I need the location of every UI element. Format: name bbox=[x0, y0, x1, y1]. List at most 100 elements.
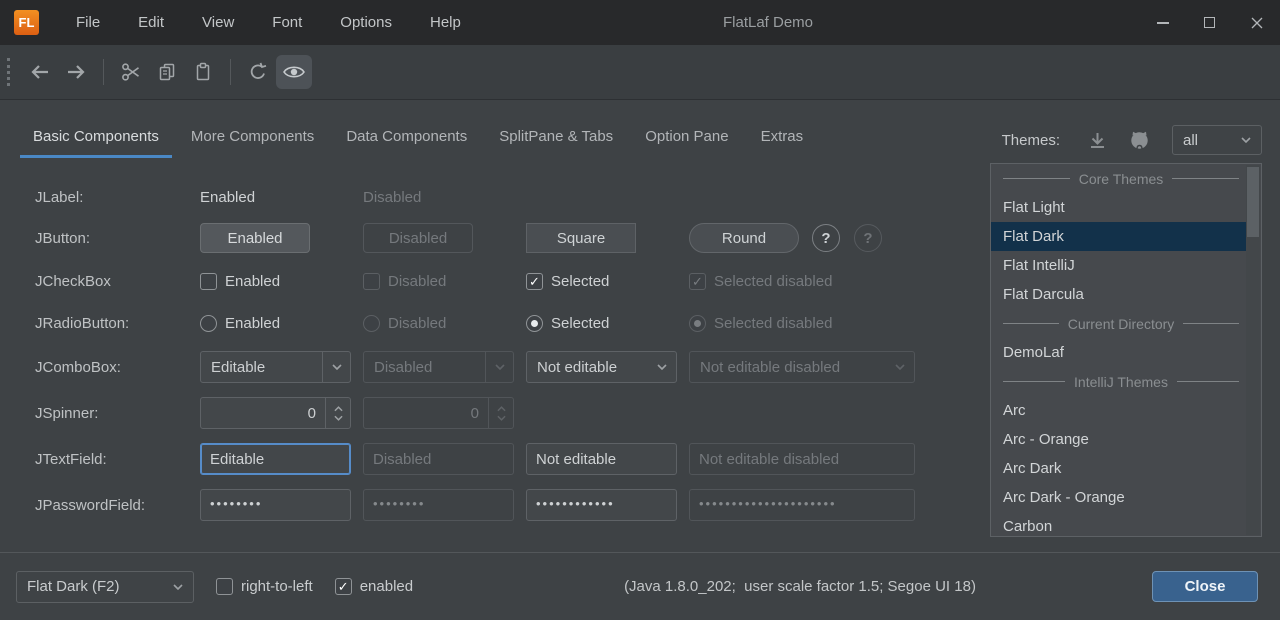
back-arrow-icon bbox=[29, 63, 51, 81]
label-enabled: Enabled bbox=[200, 189, 255, 206]
enabled-button[interactable]: Enabled bbox=[200, 223, 310, 253]
forward-button[interactable] bbox=[58, 55, 94, 89]
themes-filter-combobox[interactable]: all bbox=[1172, 125, 1262, 155]
tab-basic-components[interactable]: Basic Components bbox=[20, 120, 172, 158]
menu-options[interactable]: Options bbox=[321, 0, 411, 45]
row-label: JComboBox: bbox=[0, 359, 200, 376]
textfield-not-editable-disabled bbox=[689, 443, 915, 475]
status-info-text: (Java 1.8.0_202; user scale factor 1.5; … bbox=[624, 578, 976, 595]
checkbox-selected[interactable]: ✓ Selected bbox=[526, 273, 677, 290]
menu-file[interactable]: File bbox=[57, 0, 119, 45]
cut-button[interactable] bbox=[113, 55, 149, 89]
passwordfield-editable[interactable]: •••••••• bbox=[200, 489, 351, 521]
checkbox-icon bbox=[363, 273, 380, 290]
textfield-not-editable[interactable] bbox=[526, 443, 677, 475]
themes-scrollbar[interactable] bbox=[1246, 165, 1260, 535]
theme-list-item[interactable]: DemoLaf bbox=[991, 338, 1261, 367]
toolbar-grip[interactable] bbox=[7, 58, 10, 86]
show-hover-toggle-button[interactable] bbox=[276, 55, 312, 89]
row-label: JRadioButton: bbox=[0, 315, 200, 332]
spinner-up-icon[interactable] bbox=[334, 406, 343, 412]
combobox-not-editable[interactable]: Not editable bbox=[526, 351, 677, 383]
maximize-button[interactable] bbox=[1186, 0, 1233, 45]
tab-data-components[interactable]: Data Components bbox=[333, 120, 480, 158]
main-panel: Basic Components More Components Data Co… bbox=[0, 101, 1280, 552]
radio-label: Enabled bbox=[225, 315, 280, 332]
spinner-enabled[interactable]: 0 bbox=[200, 397, 351, 429]
themes-filter-value: all bbox=[1183, 132, 1241, 149]
checkbox-checked-icon: ✓ bbox=[335, 578, 352, 595]
close-icon bbox=[1251, 17, 1263, 29]
theme-list-item[interactable]: Arc bbox=[991, 396, 1261, 425]
right-to-left-checkbox[interactable]: right-to-left bbox=[216, 578, 313, 595]
spinner-down-icon bbox=[497, 415, 506, 421]
menu-font[interactable]: Font bbox=[253, 0, 321, 45]
refresh-button[interactable] bbox=[240, 55, 276, 89]
enabled-checkbox[interactable]: ✓ enabled bbox=[335, 578, 413, 595]
theme-list-item-selected[interactable]: Flat Dark bbox=[991, 222, 1246, 251]
copy-icon bbox=[157, 62, 177, 82]
copy-button[interactable] bbox=[149, 55, 185, 89]
radio-icon bbox=[200, 315, 217, 332]
spinner-value[interactable]: 0 bbox=[201, 405, 325, 422]
tab-extras[interactable]: Extras bbox=[748, 120, 817, 158]
github-link-button[interactable] bbox=[1129, 130, 1150, 151]
theme-list-item[interactable]: Arc Dark bbox=[991, 454, 1261, 483]
radio-label: Disabled bbox=[388, 315, 446, 332]
combobox-value: Not editable bbox=[527, 359, 648, 376]
tab-splitpane-tabs[interactable]: SplitPane & Tabs bbox=[486, 120, 626, 158]
theme-list-item[interactable]: Flat Light bbox=[991, 193, 1261, 222]
theme-list-item[interactable]: Arc - Orange bbox=[991, 425, 1261, 454]
checkbox-checked-icon: ✓ bbox=[526, 273, 543, 290]
close-window-button[interactable] bbox=[1233, 0, 1280, 45]
eye-icon bbox=[283, 64, 305, 80]
square-button[interactable]: Square bbox=[526, 223, 636, 253]
textfield-editable[interactable] bbox=[200, 443, 351, 475]
paste-clipboard-icon bbox=[193, 62, 213, 82]
tab-option-pane[interactable]: Option Pane bbox=[632, 120, 741, 158]
theme-list-item[interactable]: Carbon bbox=[991, 512, 1261, 537]
radio-icon bbox=[363, 315, 380, 332]
passwordfield-not-editable-disabled: ••••••••••••••••••••• bbox=[689, 489, 915, 521]
close-button[interactable]: Close bbox=[1152, 571, 1258, 602]
download-themes-button[interactable] bbox=[1088, 131, 1107, 150]
paste-button[interactable] bbox=[185, 55, 221, 89]
help-button[interactable]: ? bbox=[812, 224, 840, 252]
minimize-icon bbox=[1157, 22, 1169, 24]
toolbar bbox=[0, 45, 1280, 100]
jspinner-row: JSpinner: 0 0 bbox=[0, 397, 965, 429]
combobox-editable[interactable]: Editable bbox=[200, 351, 351, 383]
checkbox-icon bbox=[200, 273, 217, 290]
menu-edit[interactable]: Edit bbox=[119, 0, 183, 45]
radio-selected-icon bbox=[526, 315, 543, 332]
spinner-up-icon bbox=[497, 406, 506, 412]
back-button[interactable] bbox=[22, 55, 58, 89]
jcombobox-row: JComboBox: Editable Disabled Not editabl… bbox=[0, 351, 965, 383]
chevron-down-icon bbox=[1241, 137, 1251, 143]
combobox-arrow-button[interactable] bbox=[322, 352, 350, 382]
laf-selector-combobox[interactable]: Flat Dark (F2) bbox=[16, 571, 194, 603]
scrollbar-thumb[interactable] bbox=[1247, 167, 1259, 237]
theme-list-item[interactable]: Arc Dark - Orange bbox=[991, 483, 1261, 512]
round-button[interactable]: Round bbox=[689, 223, 799, 253]
radio-enabled[interactable]: Enabled bbox=[200, 315, 351, 332]
passwordfield-disabled: •••••••• bbox=[363, 489, 514, 521]
theme-list-item[interactable]: Flat Darcula bbox=[991, 280, 1261, 309]
laf-selector-value: Flat Dark (F2) bbox=[27, 578, 173, 595]
maximize-icon bbox=[1204, 17, 1215, 28]
radio-selected[interactable]: Selected bbox=[526, 315, 677, 332]
minimize-button[interactable] bbox=[1139, 0, 1186, 45]
window-controls bbox=[1139, 0, 1280, 45]
spinner-down-icon[interactable] bbox=[334, 415, 343, 421]
checkbox-enabled[interactable]: Enabled bbox=[200, 273, 351, 290]
tab-more-components[interactable]: More Components bbox=[178, 120, 327, 158]
theme-list-item[interactable]: Flat IntelliJ bbox=[991, 251, 1261, 280]
download-icon bbox=[1088, 131, 1107, 150]
toolbar-separator bbox=[230, 59, 231, 85]
passwordfield-not-editable[interactable]: •••••••••••• bbox=[526, 489, 677, 521]
jcheckbox-row: JCheckBox Enabled Disabled ✓ Selected ✓ … bbox=[0, 271, 965, 291]
spinner-disabled: 0 bbox=[363, 397, 514, 429]
menu-view[interactable]: View bbox=[183, 0, 253, 45]
spinner-buttons[interactable] bbox=[325, 398, 350, 428]
menu-help[interactable]: Help bbox=[411, 0, 480, 45]
